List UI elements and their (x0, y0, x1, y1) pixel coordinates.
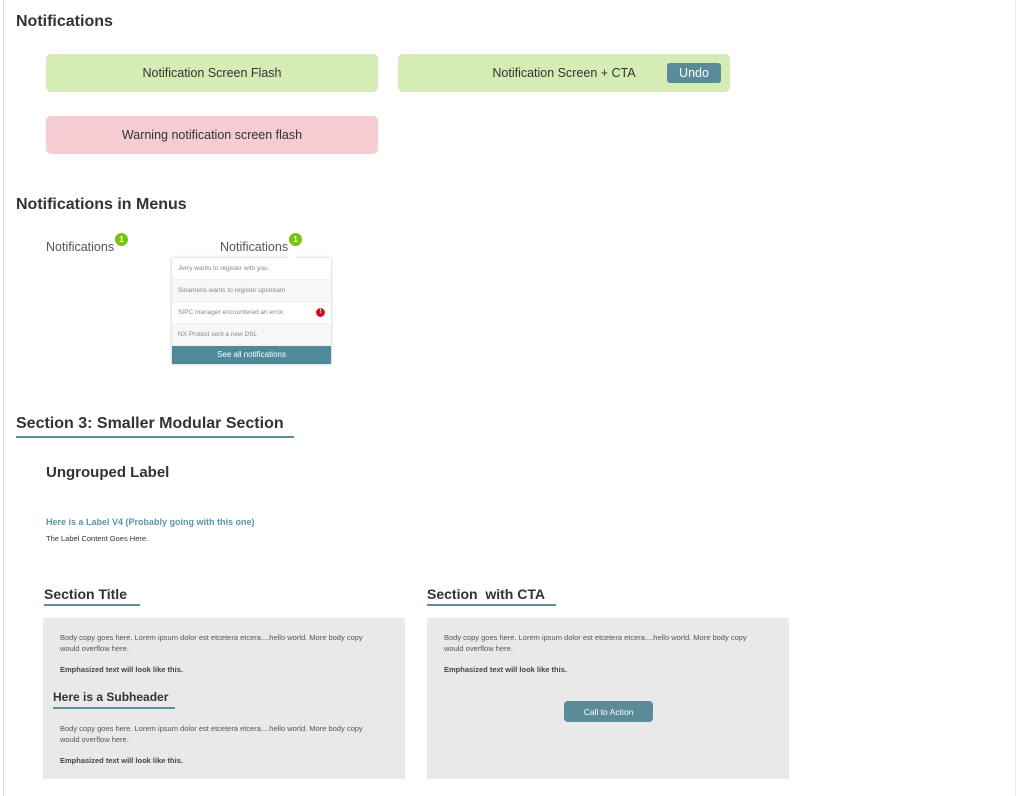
cta-flash-text: Notification Screen + CTA (492, 66, 636, 80)
error-icon: ! (316, 308, 325, 317)
notifications-dropdown: Jerry wants to register with you. Siname… (172, 253, 331, 364)
notification-item[interactable]: SIPC manager encountered an error. ! (172, 302, 331, 324)
section-cta-underline (427, 604, 556, 606)
notifications-heading: Notifications (16, 13, 113, 30)
notifications-menu-label-open: Notifications (220, 240, 289, 254)
body-copy: Body copy goes here. Lorem ipsum dolor e… (444, 633, 747, 653)
success-flash-text: Notification Screen Flash (142, 66, 282, 80)
section-title-heading: Section Title (44, 586, 127, 602)
call-to-action-button[interactable]: Call to Action (564, 701, 653, 722)
label-v4-content: The Label Content Goes Here. (46, 534, 149, 543)
section-title-panel: Body copy goes here. Lorem ipsum dolor e… (43, 618, 405, 779)
notification-item-text: Jerry wants to register with you. (178, 265, 270, 272)
notification-count-badge-open: 1 (289, 233, 302, 246)
warning-flash: Warning notification screen flash (46, 116, 378, 154)
page-right-border (1015, 0, 1016, 796)
subheader-underline (53, 707, 175, 709)
undo-button[interactable]: Undo (667, 63, 721, 83)
section3-heading: Section 3: Smaller Modular Section (16, 415, 284, 432)
notification-item[interactable]: Jerry wants to register with you. (172, 258, 331, 280)
notifications-menu-label: Notifications (46, 240, 115, 254)
section-cta-panel: Body copy goes here. Lorem ipsum dolor e… (427, 618, 789, 779)
section3-underline (16, 436, 294, 438)
label-v4-title: Here is a Label V4 (Probably going with … (46, 517, 255, 527)
section-title-underline (44, 604, 140, 606)
body-copy: Body copy goes here. Lorem ipsum dolor e… (60, 724, 363, 744)
subheader: Here is a Subheader (53, 690, 169, 704)
warning-flash-text: Warning notification screen flash (121, 128, 303, 142)
emphasized-text: Emphasized text will look like this. (60, 665, 183, 674)
notifications-menu-trigger-open[interactable]: Notifications (220, 240, 288, 254)
notifications-menu-trigger[interactable]: Notifications (46, 240, 114, 254)
body-copy: Body copy goes here. Lorem ipsum dolor e… (60, 633, 363, 653)
see-all-notifications-button[interactable]: See all notifications (172, 346, 331, 364)
notification-item-text: SIPC manager encountered an error. (178, 309, 285, 316)
notification-count-badge: 1 (115, 233, 128, 246)
notification-item-text: NX Protect sent a new DSL (178, 331, 258, 338)
menus-heading: Notifications in Menus (16, 196, 187, 213)
success-flash: Notification Screen Flash (46, 54, 378, 92)
cta-flash: Notification Screen + CTA Undo (398, 54, 730, 92)
notification-item[interactable]: NX Protect sent a new DSL (172, 324, 331, 346)
notification-item-text: Sinameric wants to register upstream (178, 287, 286, 294)
notification-item[interactable]: Sinameric wants to register upstream (172, 280, 331, 302)
ungrouped-label: Ungrouped Label (46, 464, 170, 481)
page-left-border (3, 0, 4, 796)
section-cta-heading: Section with CTA (427, 586, 545, 602)
emphasized-text: Emphasized text will look like this. (60, 756, 183, 765)
emphasized-text: Emphasized text will look like this. (444, 665, 567, 674)
